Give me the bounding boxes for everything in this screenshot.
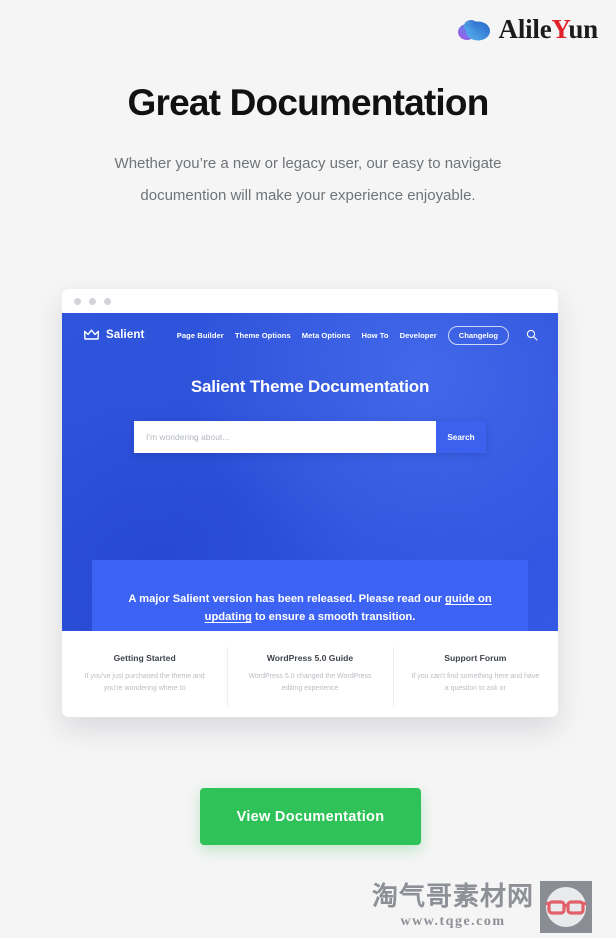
window-maximize-dot[interactable] [104, 297, 111, 305]
card-title: WordPress 5.0 Guide [266, 653, 354, 663]
watermark-chinese-text: 淘气哥素材网 [372, 881, 535, 912]
card-support-forum[interactable]: Support Forum If you can't find somethin… [392, 647, 558, 717]
docs-search-bar: Search [134, 421, 486, 453]
release-banner: A major Salient version has been release… [92, 560, 528, 631]
card-wordpress-guide[interactable]: WordPress 5.0 Guide WordPress 5.0 change… [227, 647, 392, 717]
cloud-icon [457, 19, 490, 40]
nav-item-changelog[interactable]: Changelog [447, 325, 509, 345]
glasses-icon [546, 886, 587, 927]
nav-item-how-to[interactable]: How To [361, 331, 388, 340]
nav-item-developer[interactable]: Developer [400, 331, 437, 340]
browser-mockup: Salient Page Builder Theme Options Meta … [62, 289, 558, 717]
watermark-url: www.tqge.com [400, 913, 506, 929]
watermark-badge [540, 880, 593, 933]
mockup-nav-links: Page Builder Theme Options Meta Options … [177, 325, 538, 345]
brand-logo[interactable]: AlileYun [457, 16, 598, 43]
mockup-hero: Salient Page Builder Theme Options Meta … [62, 313, 558, 631]
view-documentation-button[interactable]: View Documentation [200, 788, 421, 845]
card-title: Support Forum [444, 653, 507, 663]
brand-name-part2: un [568, 14, 598, 44]
mockup-logo-text: Salient [106, 329, 145, 341]
nav-item-page-builder[interactable]: Page Builder [177, 331, 224, 340]
window-close-dot[interactable] [74, 297, 81, 305]
mockup-navbar: Salient Page Builder Theme Options Meta … [62, 313, 558, 357]
page-subtitle: Whether you’re a new or legacy user, our… [114, 155, 502, 204]
brand-name-accent: Y [551, 14, 569, 44]
mockup-logo[interactable]: Salient [84, 329, 144, 341]
watermark: 淘气哥素材网 www.tqge.com [372, 880, 614, 933]
card-description: WordPress 5.0 changed the WordPress edit… [248, 673, 372, 692]
banner-text-before: A major Salient version has been release… [128, 593, 446, 605]
browser-title-bar [62, 289, 558, 313]
card-description: If you can't find something here and hav… [411, 673, 540, 692]
crown-icon [84, 329, 99, 340]
brand-name: AlileYun [498, 14, 599, 44]
banner-text-after: to ensure a smooth transition. [251, 611, 416, 623]
release-banner-text: A major Salient version has been release… [116, 590, 504, 626]
page-root: AlileYun Great Documentation Whether you… [0, 0, 616, 938]
docs-card-row: Getting Started If you've just purchased… [62, 631, 558, 717]
card-getting-started[interactable]: Getting Started If you've just purchased… [62, 653, 227, 717]
watermark-text-group: 淘气哥素材网 www.tqge.com [372, 884, 534, 930]
nav-item-theme-options[interactable]: Theme Options [235, 331, 291, 340]
docs-search-button[interactable]: Search [436, 421, 486, 453]
window-minimize-dot[interactable] [89, 297, 96, 305]
brand-name-part1: Alile [498, 14, 552, 44]
card-description: If you've just purchased the theme and y… [84, 673, 205, 692]
nav-item-meta-options[interactable]: Meta Options [302, 331, 351, 340]
search-icon[interactable] [526, 329, 538, 341]
docs-search-input[interactable] [134, 421, 436, 453]
page-title: Great Documentation [127, 82, 489, 123]
card-title: Getting Started [113, 653, 176, 663]
mockup-hero-title: Salient Theme Documentation [190, 377, 430, 396]
